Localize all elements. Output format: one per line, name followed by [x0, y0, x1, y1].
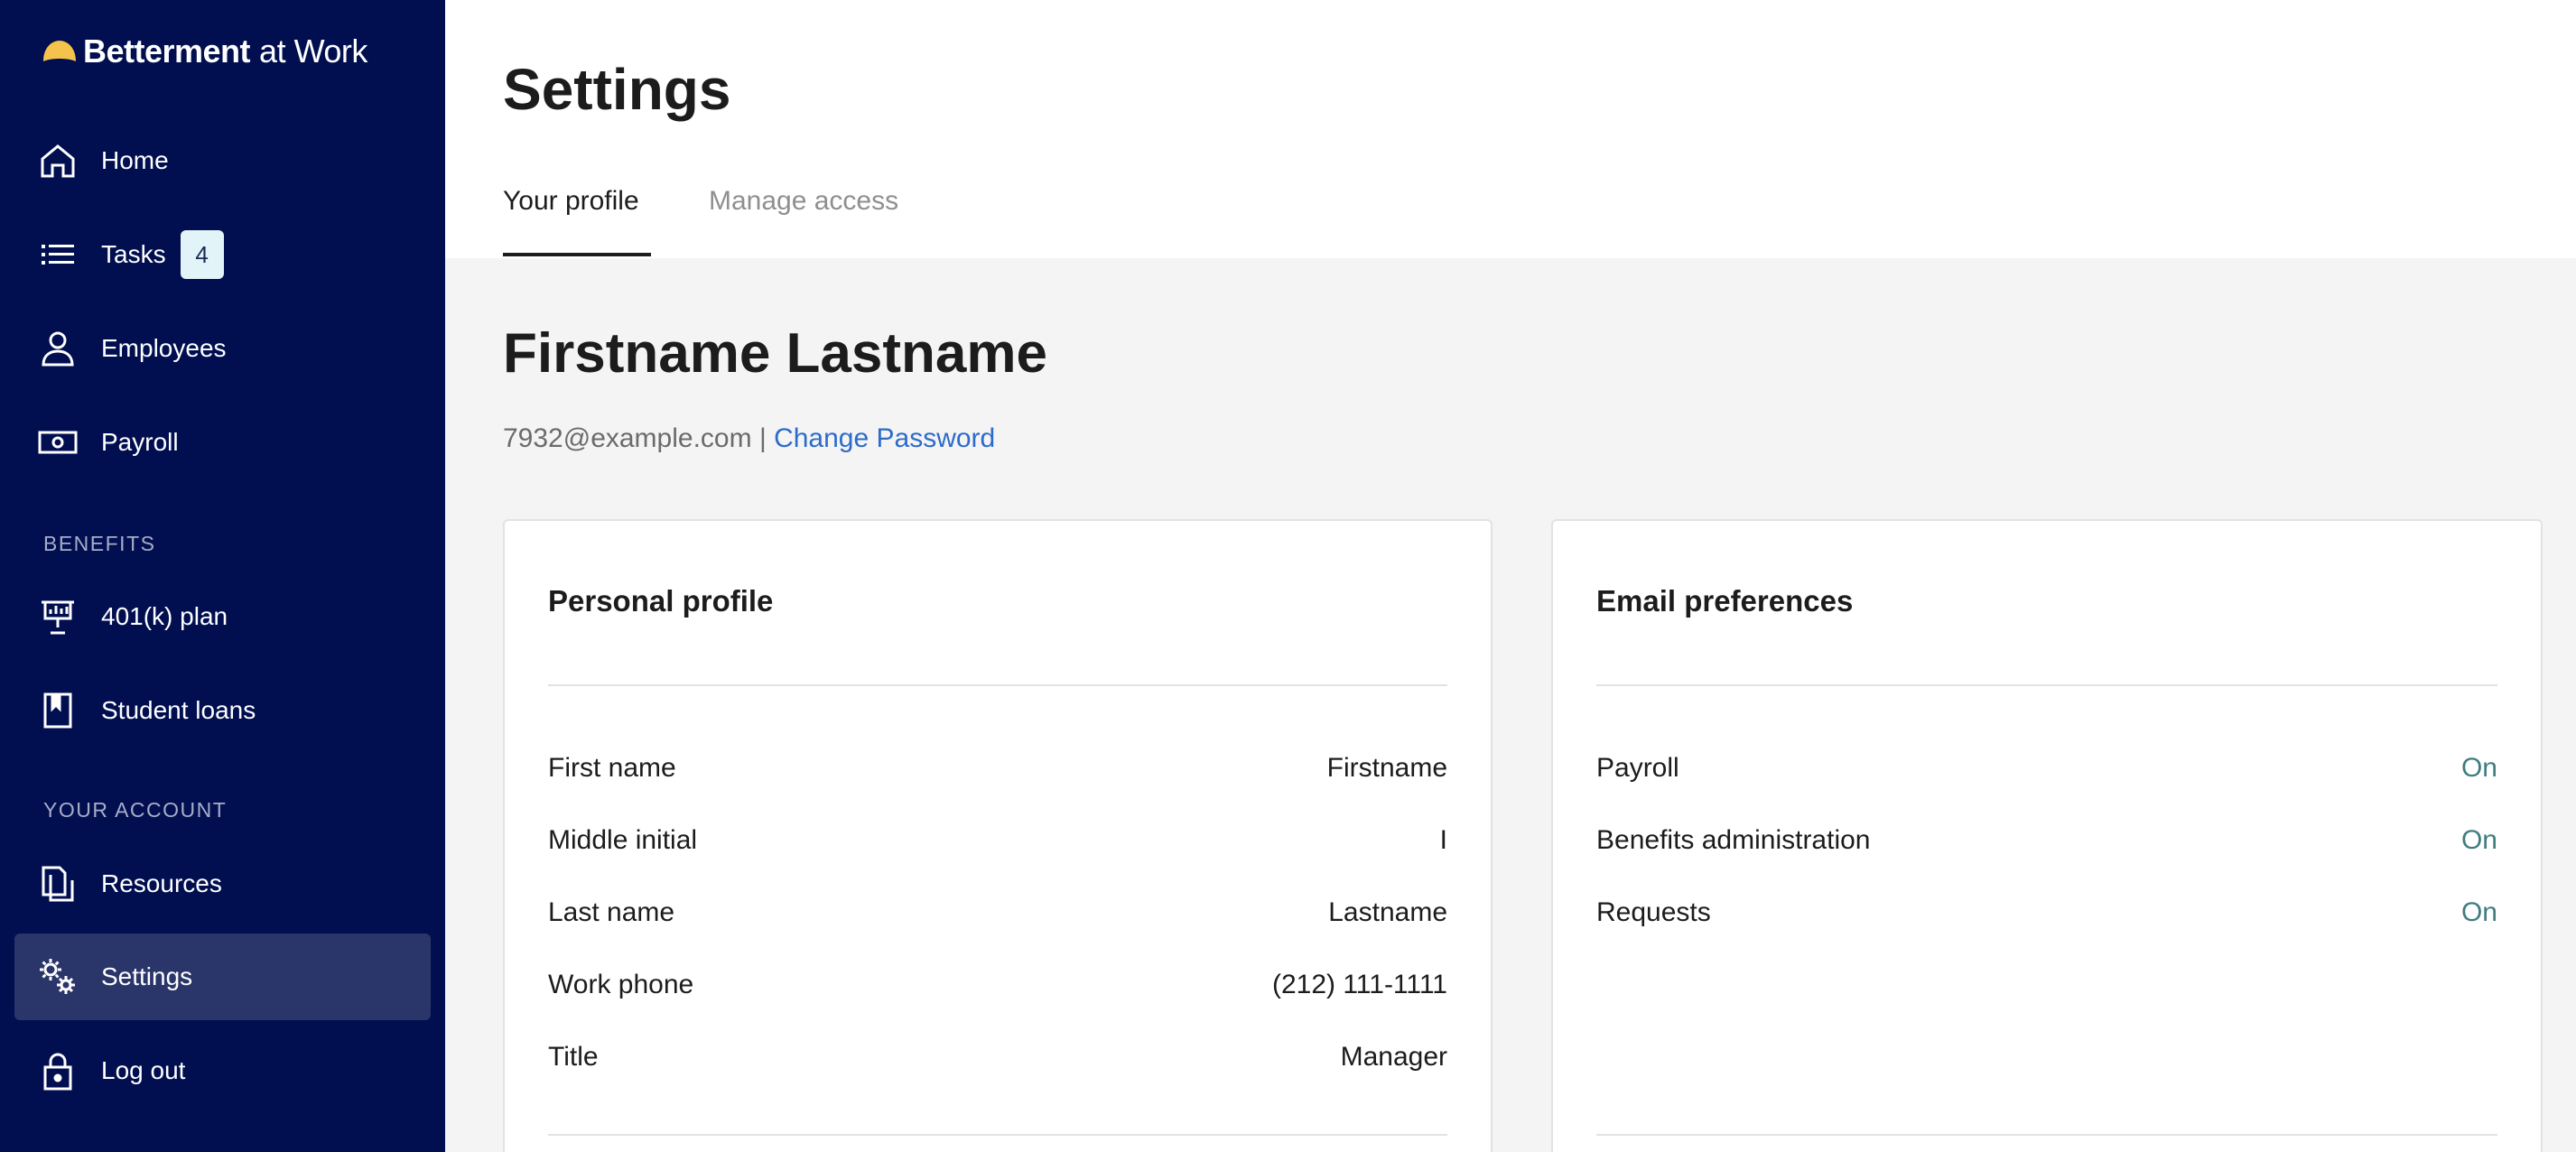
sidebar-item-logout[interactable]: Log out [14, 1027, 431, 1114]
pref-status-value[interactable]: On [2461, 825, 2497, 856]
sidebar-item-401k-plan[interactable]: 401(k) plan [14, 573, 431, 660]
profile-row-work-phone: Work phone (212) 111-1111 [548, 967, 1447, 1003]
tasks-count-badge: 4 [180, 230, 224, 279]
card-divider [1596, 684, 2497, 686]
sidebar-item-label: Settings [101, 962, 193, 990]
row-label: First name [548, 753, 676, 783]
pref-status-value[interactable]: On [2461, 897, 2497, 928]
book-icon [36, 689, 79, 732]
home-icon [36, 139, 79, 182]
card-title: Email preferences [1596, 584, 1854, 618]
row-value: Lastname [1328, 897, 1447, 927]
row-value: Firstname [1326, 753, 1447, 783]
profile-row-last-name: Last name Lastname [548, 895, 1447, 931]
page-header: Settings Your profile Manage access [445, 0, 2576, 258]
card-divider [548, 684, 1447, 686]
gears-icon [36, 955, 79, 999]
card-divider [1596, 1134, 2497, 1136]
profile-row-middle-initial: Middle initial I [548, 822, 1447, 859]
sidebar-item-label: Log out [101, 1056, 186, 1084]
row-value: I [1439, 825, 1447, 855]
user-full-name: Firstname Lastname [503, 322, 1047, 385]
pref-status-value[interactable]: On [2461, 753, 2497, 784]
email-pref-row-benefits-administration: Benefits administration On [1596, 822, 2497, 859]
change-password-link[interactable]: Change Password [774, 423, 995, 453]
betterment-logo-icon [43, 41, 76, 61]
row-value: Manager [1340, 1042, 1447, 1072]
email-pref-row-requests: Requests On [1596, 895, 2497, 931]
person-icon [36, 327, 79, 370]
row-label: Benefits administration [1596, 825, 1871, 855]
row-label: Work phone [548, 970, 694, 999]
sidebar-item-employees[interactable]: Employees [14, 305, 431, 392]
user-email: 7932@example.com [503, 423, 752, 453]
tab-your-profile[interactable]: Your profile [503, 186, 639, 217]
row-label: Requests [1596, 897, 1711, 927]
list-icon [36, 233, 79, 276]
sidebar-item-label: Home [101, 146, 169, 174]
profile-row-title: Title Manager [548, 1039, 1447, 1075]
sidebar-item-label: Student loans [101, 696, 256, 724]
sidebar-item-label: Resources [101, 869, 222, 897]
brand-logo[interactable]: Betterment at Work [42, 31, 367, 72]
active-tab-indicator [503, 253, 651, 256]
sidebar-item-label: Employees [101, 334, 227, 362]
your-account-section-label: YOUR ACCOUNT [43, 798, 228, 822]
sidebar-item-tasks[interactable]: Tasks 4 [14, 211, 431, 298]
email-preferences-card: Email preferences Payroll On Benefits ad… [1551, 519, 2543, 1152]
row-label: Title [548, 1042, 599, 1072]
row-label: Payroll [1596, 753, 1679, 783]
presentation-chart-icon [36, 595, 79, 638]
page-title: Settings [503, 57, 731, 122]
sidebar-item-payroll[interactable]: Payroll [14, 399, 431, 486]
lock-icon [36, 1049, 79, 1092]
row-label: Last name [548, 897, 675, 927]
card-title: Personal profile [548, 584, 774, 618]
documents-icon [36, 862, 79, 906]
money-icon [36, 421, 79, 464]
brand-name: Betterment [83, 33, 251, 70]
card-divider [548, 1134, 1447, 1136]
personal-profile-card: Personal profile First name Firstname Mi… [503, 519, 1493, 1152]
tab-manage-access[interactable]: Manage access [709, 186, 898, 217]
sidebar-item-resources[interactable]: Resources [14, 841, 431, 927]
email-separator: | [751, 423, 775, 453]
sidebar-item-label: Payroll [101, 428, 179, 456]
sidebar: Betterment at Work Home Tasks 4 Employee… [0, 0, 445, 1152]
profile-row-first-name: First name Firstname [548, 750, 1447, 786]
brand-suffix: at Work [259, 33, 367, 70]
sidebar-item-home[interactable]: Home [14, 117, 431, 204]
user-email-line: 7932@example.com | Change Password [503, 423, 995, 454]
row-label: Middle initial [548, 825, 698, 855]
email-pref-row-payroll: Payroll On [1596, 750, 2497, 786]
sidebar-item-label: 401(k) plan [101, 602, 228, 630]
sidebar-item-settings[interactable]: Settings [14, 934, 431, 1020]
benefits-section-label: BENEFITS [43, 532, 156, 555]
sidebar-item-student-loans[interactable]: Student loans [14, 667, 431, 754]
sidebar-item-label: Tasks [101, 240, 166, 268]
row-value: (212) 111-1111 [1271, 970, 1447, 999]
